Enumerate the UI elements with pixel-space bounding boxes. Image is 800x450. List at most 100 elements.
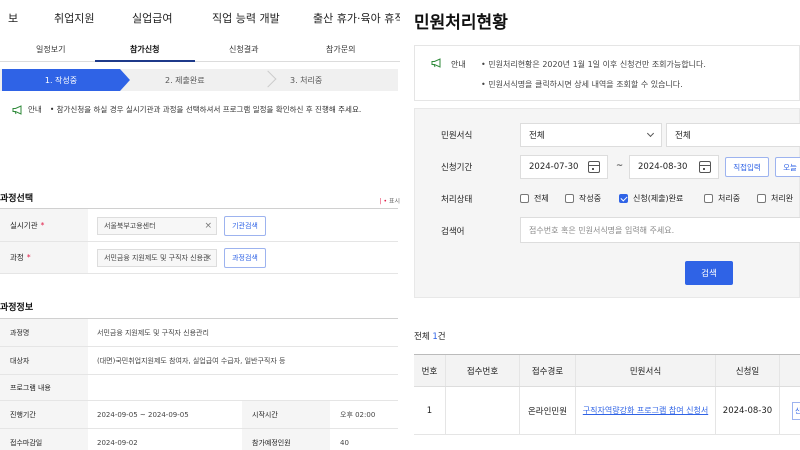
status-checkbox-submitted[interactable]: 신청(제출)완료 — [619, 193, 683, 204]
tab-schedule[interactable]: 일정보기 — [36, 44, 65, 55]
notice-text: • 참가신청을 하실 경우 실시기관과 과정을 선택하셔서 프로그램 일정을 확… — [49, 105, 362, 114]
row-label: 프로그램 내용 — [0, 375, 88, 400]
section-title-course-info: 과정정보 — [0, 303, 34, 313]
nav-item[interactable]: 보 — [8, 10, 18, 26]
result-table: 번호 접수번호 접수경로 민원서식 신청일 1 온라인민원 구직자역량강화 프로… — [414, 354, 800, 435]
row-label: 과정명 — [0, 319, 88, 346]
close-icon[interactable]: × — [204, 253, 212, 263]
row-label: 진행기간 — [0, 401, 88, 428]
nav-item-maternity[interactable]: 출산 휴가·육아 휴직 — [313, 10, 400, 26]
agency-search-button[interactable]: 기관검색 — [224, 216, 266, 236]
row-value: 2024-09-02 — [97, 438, 138, 447]
notice-label: 안내 — [451, 60, 466, 69]
sub-tabs: 일정보기 참가신청 신청결과 참가문의 — [0, 38, 400, 62]
period-label: 신청기간 — [441, 163, 473, 173]
table-row: 대상자 (대면)국민취업지원제도 참여자, 실업급여 수급자, 일반구직자 등 — [0, 347, 398, 375]
row-number: 1 — [414, 387, 446, 434]
left-panel: 보 취업지원 실업급여 직업 능력 개발 출산 휴가·육아 휴직 일정보기 참가… — [0, 0, 400, 450]
agency-row: 실시기관 * 서울북부고용센터 × 기관검색 — [0, 208, 398, 242]
row-value: 2024-09-05 ~ 2024-09-05 — [97, 410, 189, 419]
row-value: 40 — [340, 438, 349, 447]
row-label: 시작시간 — [242, 401, 330, 428]
notice-label: 안내 — [28, 105, 42, 114]
form-select-secondary[interactable]: 전체 — [666, 123, 800, 147]
nav-item-unemployment[interactable]: 실업급여 — [132, 10, 172, 26]
column-header: 접수경로 — [520, 355, 576, 386]
total-count: 전체 1건 — [414, 332, 446, 342]
row-value: 서민금융 지원제도 및 구직자 신용관리 — [97, 328, 209, 337]
nav-item-job-support[interactable]: 취업지원 — [54, 10, 94, 26]
tab-inquiry[interactable]: 참가문의 — [326, 44, 355, 55]
table-header: 번호 접수번호 접수경로 민원서식 신청일 — [414, 355, 800, 387]
tab-apply[interactable]: 참가신청 — [130, 44, 159, 55]
close-icon[interactable]: × — [204, 221, 212, 231]
page-title: 민원처리현황 — [414, 13, 508, 33]
active-tab-underline — [95, 60, 195, 62]
keyword-input[interactable]: 접수번호 혹은 민원서식명을 입력해 주세요. — [520, 217, 800, 243]
date-separator: ~ — [616, 161, 624, 171]
row-date: 2024-08-30 — [716, 387, 780, 434]
status-checkbox-processing[interactable]: 처리중 — [704, 193, 740, 204]
form-link[interactable]: 구직자역량강화 프로그램 참여 신청서 — [583, 405, 708, 416]
row-label: 접수마감일 — [0, 429, 88, 450]
table-row: 과정명 서민금융 지원제도 및 구직자 신용관리 — [0, 319, 398, 347]
megaphone-icon — [12, 104, 22, 115]
column-header: 번호 — [414, 355, 446, 386]
notice-banner: 안내 • 참가신청을 하실 경우 실시기관과 과정을 선택하셔서 프로그램 일정… — [12, 104, 361, 115]
form-select-primary[interactable]: 전체 — [520, 123, 662, 147]
table-row: 1 온라인민원 구직자역량강화 프로그램 참여 신청서 2024-08-30 신 — [414, 387, 800, 435]
form-label: 민원서식 — [441, 131, 473, 141]
course-search-button[interactable]: 과정검색 — [224, 248, 266, 268]
chevron-down-icon — [646, 129, 655, 138]
megaphone-icon — [431, 58, 441, 68]
status-label: 처리상태 — [441, 195, 473, 205]
status-checkbox-writing[interactable]: 작성중 — [565, 193, 601, 204]
today-button[interactable]: 오늘 — [775, 157, 800, 177]
row-label: 대상자 — [0, 347, 88, 374]
date-to-input[interactable]: 2024-08-30 — [629, 155, 719, 179]
search-button[interactable]: 검색 — [685, 261, 733, 285]
notice-line: • 민원처리현황은 2020년 1월 1일 이후 신청건만 조회가능합니다. — [481, 60, 706, 69]
row-action: 신 — [780, 387, 800, 434]
chevron-right-icon — [259, 70, 277, 88]
row-label: 참가예정인원 — [242, 429, 330, 450]
notice-box: 안내 • 민원처리현황은 2020년 1월 1일 이후 신청건만 조회가능합니다… — [414, 45, 800, 101]
table-row: 진행기간 2024-09-05 ~ 2024-09-05 시작시간 오후 02:… — [0, 401, 398, 429]
step-submitted: 2. 제출완료 — [165, 75, 205, 85]
calendar-icon[interactable] — [699, 161, 711, 173]
row-action-button[interactable]: 신 — [792, 401, 800, 420]
agency-label: 실시기관 * — [0, 209, 88, 241]
top-nav: 보 취업지원 실업급여 직업 능력 개발 출산 휴가·육아 휴직 — [0, 0, 400, 38]
status-checkbox-all[interactable]: 전체 — [520, 193, 549, 204]
row-route: 온라인민원 — [520, 387, 576, 434]
notice-line: • 민원서식명을 클릭하시면 상세 내역을 조회할 수 있습니다. — [481, 80, 683, 89]
table-row: 프로그램 내용 — [0, 375, 398, 401]
tab-result[interactable]: 신청결과 — [229, 44, 258, 55]
column-header: 신청일 — [716, 355, 780, 386]
column-header: 접수번호 — [446, 355, 520, 386]
course-info-table: 과정명 서민금융 지원제도 및 구직자 신용관리 대상자 (대면)국민취업지원제… — [0, 318, 398, 450]
date-from-input[interactable]: 2024-07-30 — [520, 155, 608, 179]
status-checkbox-done[interactable]: 처리완 — [757, 193, 793, 204]
agency-chip: 서울북부고용센터 × — [97, 217, 217, 235]
section-title-course-select: 과정선택 — [0, 194, 34, 204]
table-row: 접수마감일 2024-09-02 참가예정인원 40 — [0, 429, 398, 450]
progress-steps: 1. 작성중 2. 제출완료 3. 처리중 — [0, 69, 398, 91]
calendar-icon[interactable] — [588, 161, 600, 173]
row-form: 구직자역량강화 프로그램 참여 신청서 — [576, 387, 716, 434]
nav-item-job-training[interactable]: 직업 능력 개발 — [212, 10, 280, 26]
course-row: 과정 * 서민금융 지원제도 및 구직자 신용관 × 과정검색 — [0, 242, 398, 274]
course-label: 과정 * — [0, 242, 88, 273]
step-writing: 1. 작성중 — [2, 69, 130, 91]
course-chip: 서민금융 지원제도 및 구직자 신용관 × — [97, 249, 217, 267]
row-receipt — [446, 387, 520, 434]
search-panel: 민원서식 전체 전체 신청기간 2024-07-30 ~ 2024-08-30 … — [414, 108, 800, 298]
direct-input-button[interactable]: 직접입력 — [725, 157, 769, 177]
row-value: (대면)국민취업지원제도 참여자, 실업급여 수급자, 일반구직자 등 — [97, 356, 286, 365]
required-note: | • 표시 — [379, 198, 400, 205]
column-header: 민원서식 — [576, 355, 716, 386]
right-panel: 민원처리현황 안내 • 민원처리현황은 2020년 1월 1일 이후 신청건만 … — [400, 0, 800, 450]
keyword-label: 검색어 — [441, 227, 465, 237]
row-value: 오후 02:00 — [340, 410, 376, 419]
step-processing: 3. 처리중 — [290, 75, 323, 85]
